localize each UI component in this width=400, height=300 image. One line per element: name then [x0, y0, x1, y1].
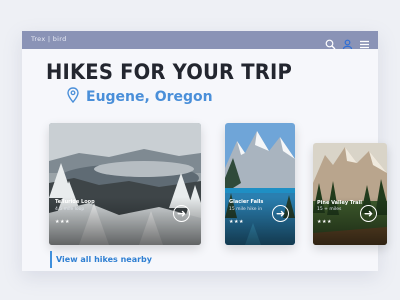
rating-stars: ★★★ — [317, 219, 332, 225]
arrow-right-icon[interactable]: ➜ — [272, 205, 289, 222]
arrow-right-icon[interactable]: ➜ — [360, 205, 377, 222]
rating-stars: ★★★ — [55, 219, 70, 225]
view-all-label: View all hikes nearby — [56, 255, 152, 264]
card-distance: 15 + miles — [317, 207, 342, 212]
page-title: HIKES FOR YOUR TRIP — [46, 60, 292, 84]
card-distance: 15 mile hike in — [229, 207, 263, 212]
hike-card-3[interactable]: Pine Valley Trail 15 + miles ★★★ ➜ — [313, 143, 387, 245]
arrow-right-icon[interactable]: ➜ — [173, 205, 190, 222]
top-navigation-bar: Trex | bird — [22, 31, 378, 49]
rating-stars: ★★★ — [229, 219, 244, 225]
hike-card-1[interactable]: Telluride Loop 4.5 mile loop ★★★ ➜ — [49, 123, 201, 245]
location-row: Eugene, Oregon — [67, 87, 213, 107]
card-title: Telluride Loop — [55, 199, 95, 205]
view-all-hikes-link[interactable]: View all hikes nearby — [50, 251, 152, 268]
card-title: Glacier Falls — [229, 199, 264, 205]
location-label[interactable]: Eugene, Oregon — [86, 89, 213, 105]
card-distance: 4.5 mile loop — [55, 207, 85, 212]
search-icon[interactable] — [325, 35, 336, 49]
location-pin-icon — [67, 87, 79, 107]
hike-card-2[interactable]: Glacier Falls 15 mile hike in ★★★ ➜ — [225, 123, 295, 245]
menu-icon[interactable] — [359, 35, 370, 48]
user-icon[interactable] — [342, 35, 353, 49]
card-title: Pine Valley Trail — [317, 200, 362, 206]
toolbar-icons — [325, 33, 370, 49]
brand-logo[interactable]: Trex | bird — [31, 35, 67, 43]
